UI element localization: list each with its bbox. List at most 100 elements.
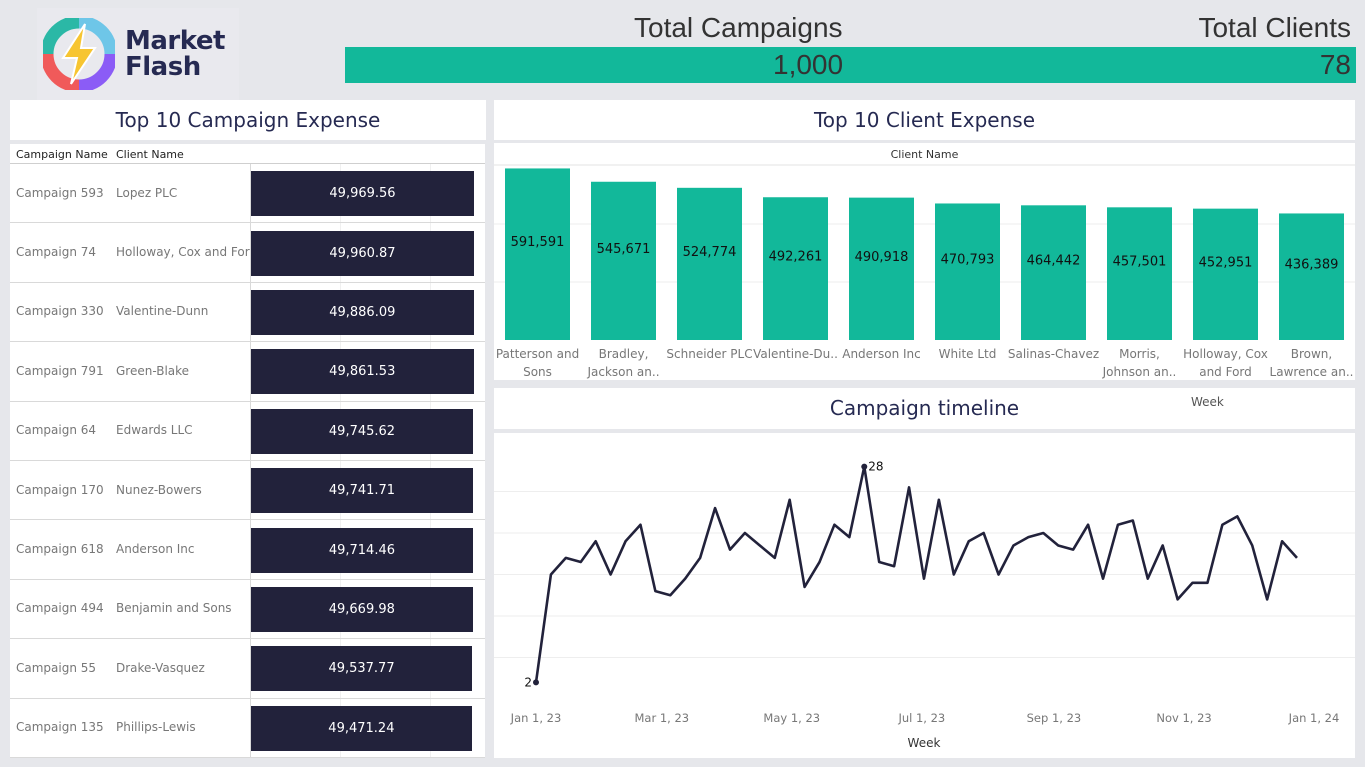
bar-value-label: 470,793 [941,253,995,268]
category-label: Sons [523,365,552,379]
lightning-logo-icon [43,18,115,90]
timeline-title-bar: Campaign timeline Week [494,388,1355,429]
point-label: 28 [868,460,883,474]
campaign-name-cell: Campaign 330 [16,304,104,319]
category-label: Brown, [1291,347,1332,361]
client-name-cell: Edwards LLC [116,423,193,438]
client-expense-bar [591,181,656,340]
client-axis-title: Client Name [891,148,959,161]
point-label: 2 [524,675,532,689]
campaign-timeline-chart: 2 28 Jan 1, 23 Mar 1, 23 May 1, 23 Jul 1, 23 S… [494,460,1355,750]
client-name-cell: Lopez PLC [116,185,178,200]
total-campaigns-label: Total Campaigns [634,12,843,43]
campaign-expense-title: Top 10 Campaign Expense [10,100,486,140]
table-row: Campaign 593 Lopez PLC 49,969.56 [10,164,485,224]
campaign-name-cell: Campaign 135 [16,720,104,735]
campaign-name-cell: Campaign 494 [16,601,104,616]
campaign-expense-bar: 49,537.77 [251,646,473,692]
bar-value-label: 490,918 [855,250,909,265]
category-label: Holloway, Cox [1183,347,1268,361]
category-label: Valentine-Du.. [753,347,838,361]
table-row: Campaign 791 Green-Blake 49,861.53 [10,342,485,402]
category-label: Schneider PLC [666,347,752,361]
x-tick-label: Sep 1, 23 [1027,711,1082,725]
client-expense-bar [505,168,570,340]
client-name-column-header: Client Name [116,148,184,161]
category-label: White Ltd [939,347,997,361]
client-name-cell: Drake-Vasquez [116,660,205,675]
client-name-cell: Nunez-Bowers [116,482,202,497]
total-clients-value: 78 [1319,49,1351,80]
campaign-expense-bar: 49,861.53 [251,349,474,395]
kpi-bar [345,47,1356,83]
timeline-point [861,463,868,470]
bar-value-label: 436,389 [1285,258,1339,273]
table-row: Campaign 618 Anderson Inc 49,714.46 [10,520,485,580]
client-expense-bar [677,187,742,340]
campaign-expense-bar: 49,714.46 [251,527,473,573]
table-row: Campaign 170 Nunez-Bowers 49,741.71 [10,461,485,521]
logo-text-line2: Flash [125,52,201,82]
x-tick-label: Mar 1, 23 [634,711,689,725]
client-expense-chart-panel: Client Name 591,591 Patterson and Sons 545,6… [494,143,1355,380]
market-flash-logo: Market Flash [37,8,239,100]
client-name-cell: Phillips-Lewis [116,720,196,735]
total-clients-label: Total Clients [1198,12,1351,43]
table-row: Campaign 494 Benjamin and Sons 49,669.98 [10,579,485,640]
category-label: Johnson an.. [1102,365,1177,379]
campaign-name-cell: Campaign 64 [16,423,97,438]
client-expense-bar [849,197,914,340]
client-name-cell: Green-Blake [116,363,190,378]
category-label: Morris, [1119,347,1160,361]
client-name-cell: Anderson Inc [116,542,195,557]
client-expense-title: Top 10 Client Expense [494,100,1355,140]
bar-value-label: 457,501 [1113,255,1167,270]
bar-value-label: 464,442 [1027,254,1081,269]
timeline-chart-panel: 2 28 Jan 1, 23 Mar 1, 23 May 1, 23 Jul 1, 23 S… [494,433,1355,758]
category-label: and Ford [1199,365,1252,379]
category-label: Bradley, [599,347,649,361]
campaign-expense-bar: 49,969.56 [251,171,474,217]
client-expense-bar [1193,208,1258,340]
x-tick-label: May 1, 23 [763,711,820,725]
category-label: Jackson an.. [586,365,659,379]
campaign-name-cell: Campaign 170 [16,482,104,497]
category-label: Lawrence an.. [1270,365,1354,379]
campaign-name-cell: Campaign 74 [16,245,97,260]
campaign-expense-bar: 49,669.98 [251,586,473,632]
campaign-expense-bar: 49,745.62 [251,408,473,454]
table-row: Campaign 55 Drake-Vasquez 49,537.77 [10,639,485,699]
timeline-legend-title: Week [1191,395,1224,409]
campaign-name-cell: Campaign 593 [16,185,104,200]
client-name-cell: Holloway, Cox and Ford [116,245,258,260]
campaign-expense-bar: 49,741.71 [251,468,473,514]
client-expense-bar [1279,213,1344,340]
table-row: Campaign 74 Holloway, Cox and Ford 49,960.… [10,223,485,283]
campaign-name-cell: Campaign 55 [16,660,97,675]
bar-value-label: 591,591 [511,235,565,250]
table-row: Campaign 64 Edwards LLC 49,745.62 [10,401,485,461]
total-campaigns-value: 1,000 [773,49,844,80]
bar-value-label: 452,951 [1199,255,1253,270]
client-expense-chart: Client Name 591,591 Patterson and Sons 545,6… [494,148,1355,379]
bar-value-label: 492,261 [769,250,823,265]
client-name-cell: Benjamin and Sons [116,601,232,616]
logo-text-line1: Market [125,26,225,56]
category-label: Anderson Inc [842,347,921,361]
client-expense-bar [1107,207,1172,340]
x-tick-label: Jul 1, 23 [897,711,945,725]
table-row: Campaign 135 Phillips-Lewis 49,471.24 [10,698,485,758]
timeline-axis-title: Week [908,736,941,750]
campaign-name-column-header: Campaign Name [16,148,108,161]
x-tick-label: Jan 1, 23 [510,711,562,725]
client-expense-bar [1021,205,1086,340]
category-label: Patterson and [496,347,579,361]
category-label: Salinas-Chavez [1008,347,1099,361]
bar-value-label: 524,774 [683,245,737,260]
x-tick-label: Jan 1, 24 [1288,711,1340,725]
client-expense-bar [763,197,828,340]
x-tick-label: Nov 1, 23 [1156,711,1211,725]
campaign-expense-bar: 49,471.24 [251,705,472,751]
bar-value-label: 545,671 [597,242,651,257]
campaign-table-header: Campaign Name Client Name [10,144,485,164]
